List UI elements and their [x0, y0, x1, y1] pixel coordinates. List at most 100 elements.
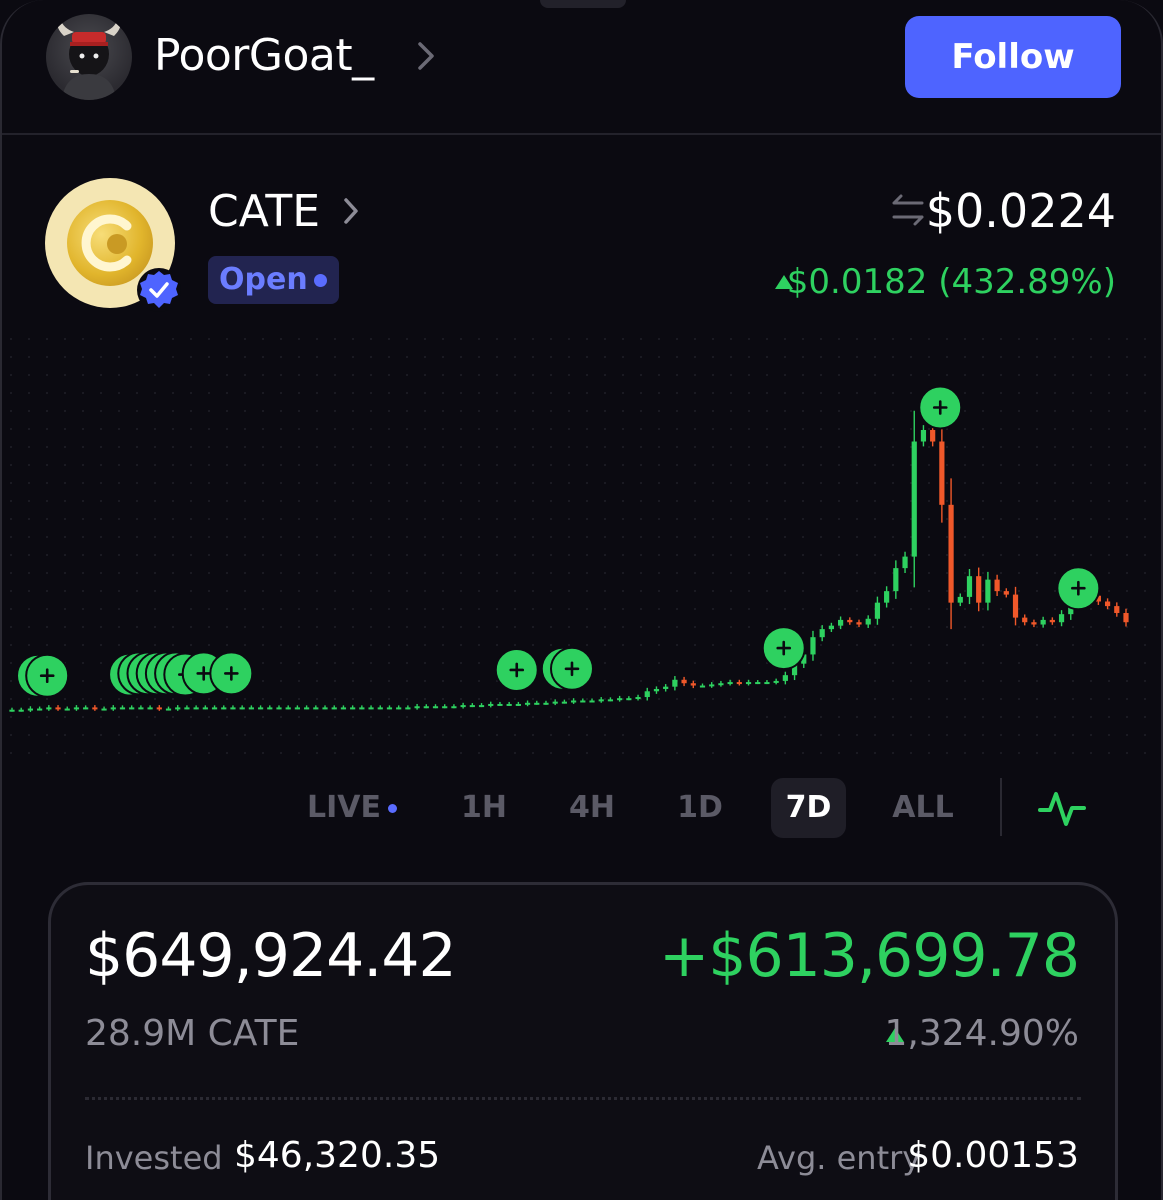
candle [1058, 614, 1065, 623]
candle [819, 629, 825, 638]
candle [644, 691, 650, 698]
candle [939, 441, 945, 505]
buy-marker [1056, 566, 1101, 611]
candle [727, 682, 733, 685]
buy-marker [25, 653, 70, 698]
candle [663, 686, 669, 689]
token-price: $0.0224 [925, 184, 1116, 238]
candle [828, 625, 834, 630]
candle [110, 707, 116, 710]
candle [994, 579, 1000, 592]
candle [635, 697, 641, 700]
swap-arrows-icon[interactable] [888, 192, 928, 228]
candle [580, 700, 586, 703]
candle [617, 698, 623, 701]
candle [1114, 606, 1120, 614]
invested-value: $46,320.35 [234, 1135, 441, 1176]
candle [856, 622, 862, 625]
candle [948, 504, 954, 603]
candle [1049, 619, 1055, 623]
username[interactable]: PoorGoat_ [154, 30, 374, 81]
candle [497, 703, 503, 706]
tab-live[interactable]: LIVE [294, 778, 394, 838]
candle [534, 702, 540, 705]
candle [524, 702, 531, 705]
tab-1d[interactable]: 1D [664, 778, 736, 838]
position-pnl: +$613,699.78 [659, 921, 1080, 991]
line-chart-toggle-icon[interactable] [1038, 786, 1086, 830]
candle [626, 698, 632, 701]
tab-all[interactable]: ALL [880, 778, 966, 838]
candle [488, 703, 494, 706]
candle [1003, 591, 1009, 595]
position-value: $649,924.42 [85, 921, 457, 991]
price-chart[interactable] [2, 330, 1161, 770]
profile-header: PoorGoat_ Follow [2, 0, 1161, 135]
candle [27, 708, 34, 711]
candle [64, 708, 70, 711]
candle [911, 441, 917, 557]
candle [129, 707, 135, 710]
status-badge: Open [208, 256, 339, 304]
candle [304, 707, 310, 710]
divider [85, 1097, 1081, 1100]
candle [368, 707, 374, 710]
candle [156, 707, 162, 710]
candle [1031, 622, 1037, 625]
candle [184, 707, 190, 710]
candle [1040, 619, 1046, 625]
candle [966, 576, 973, 597]
app-frame: PoorGoat_ Follow CATE Open $0.0224 $0.01… [0, 0, 1163, 1200]
token-name[interactable]: CATE [208, 186, 320, 237]
candle [414, 706, 420, 709]
candle [83, 707, 89, 710]
candle [469, 705, 475, 708]
buy-marker [549, 646, 594, 691]
live-dot [388, 804, 397, 813]
candle [884, 591, 890, 603]
buy-marker [918, 385, 963, 430]
tab-4h[interactable]: 4H [554, 778, 630, 838]
position-pnl-percent: 1,324.90% [884, 1013, 1079, 1054]
chevron-right-icon[interactable] [340, 194, 362, 228]
candle [930, 430, 936, 442]
tab-1h[interactable]: 1H [448, 778, 520, 838]
candle [276, 707, 282, 710]
avatar[interactable] [46, 14, 132, 100]
candle [1012, 594, 1019, 618]
candle [764, 682, 770, 685]
candle [543, 702, 549, 705]
candle [902, 556, 908, 569]
candle [515, 703, 521, 706]
timeframe-tabs: LIVE 1H 4H 1D 7D ALL [2, 778, 1161, 840]
candle [285, 707, 291, 710]
candle [810, 637, 816, 655]
buy-marker [761, 626, 806, 671]
candle [589, 700, 595, 703]
status-label: Open [219, 262, 308, 297]
candle [37, 708, 43, 711]
chevron-right-icon[interactable] [412, 36, 440, 76]
candle [755, 682, 761, 685]
candle [976, 576, 982, 603]
candle [9, 709, 15, 712]
candle [396, 707, 402, 710]
follow-button[interactable]: Follow [905, 16, 1121, 98]
candle [267, 707, 273, 710]
candle [350, 707, 356, 710]
candle [653, 688, 660, 692]
candle [709, 684, 715, 687]
tab-7d[interactable]: 7D [771, 778, 846, 838]
candle [736, 682, 742, 685]
candle [745, 682, 752, 685]
candle [18, 709, 24, 712]
candle [239, 707, 245, 710]
candle [478, 705, 485, 708]
position-card: $649,924.42 28.9M CATE +$613,699.78 1,32… [48, 882, 1118, 1200]
candle [405, 707, 411, 710]
candle [193, 707, 199, 710]
candle [1123, 613, 1129, 623]
candle [92, 707, 98, 710]
candle [322, 707, 328, 710]
candle [782, 675, 788, 681]
